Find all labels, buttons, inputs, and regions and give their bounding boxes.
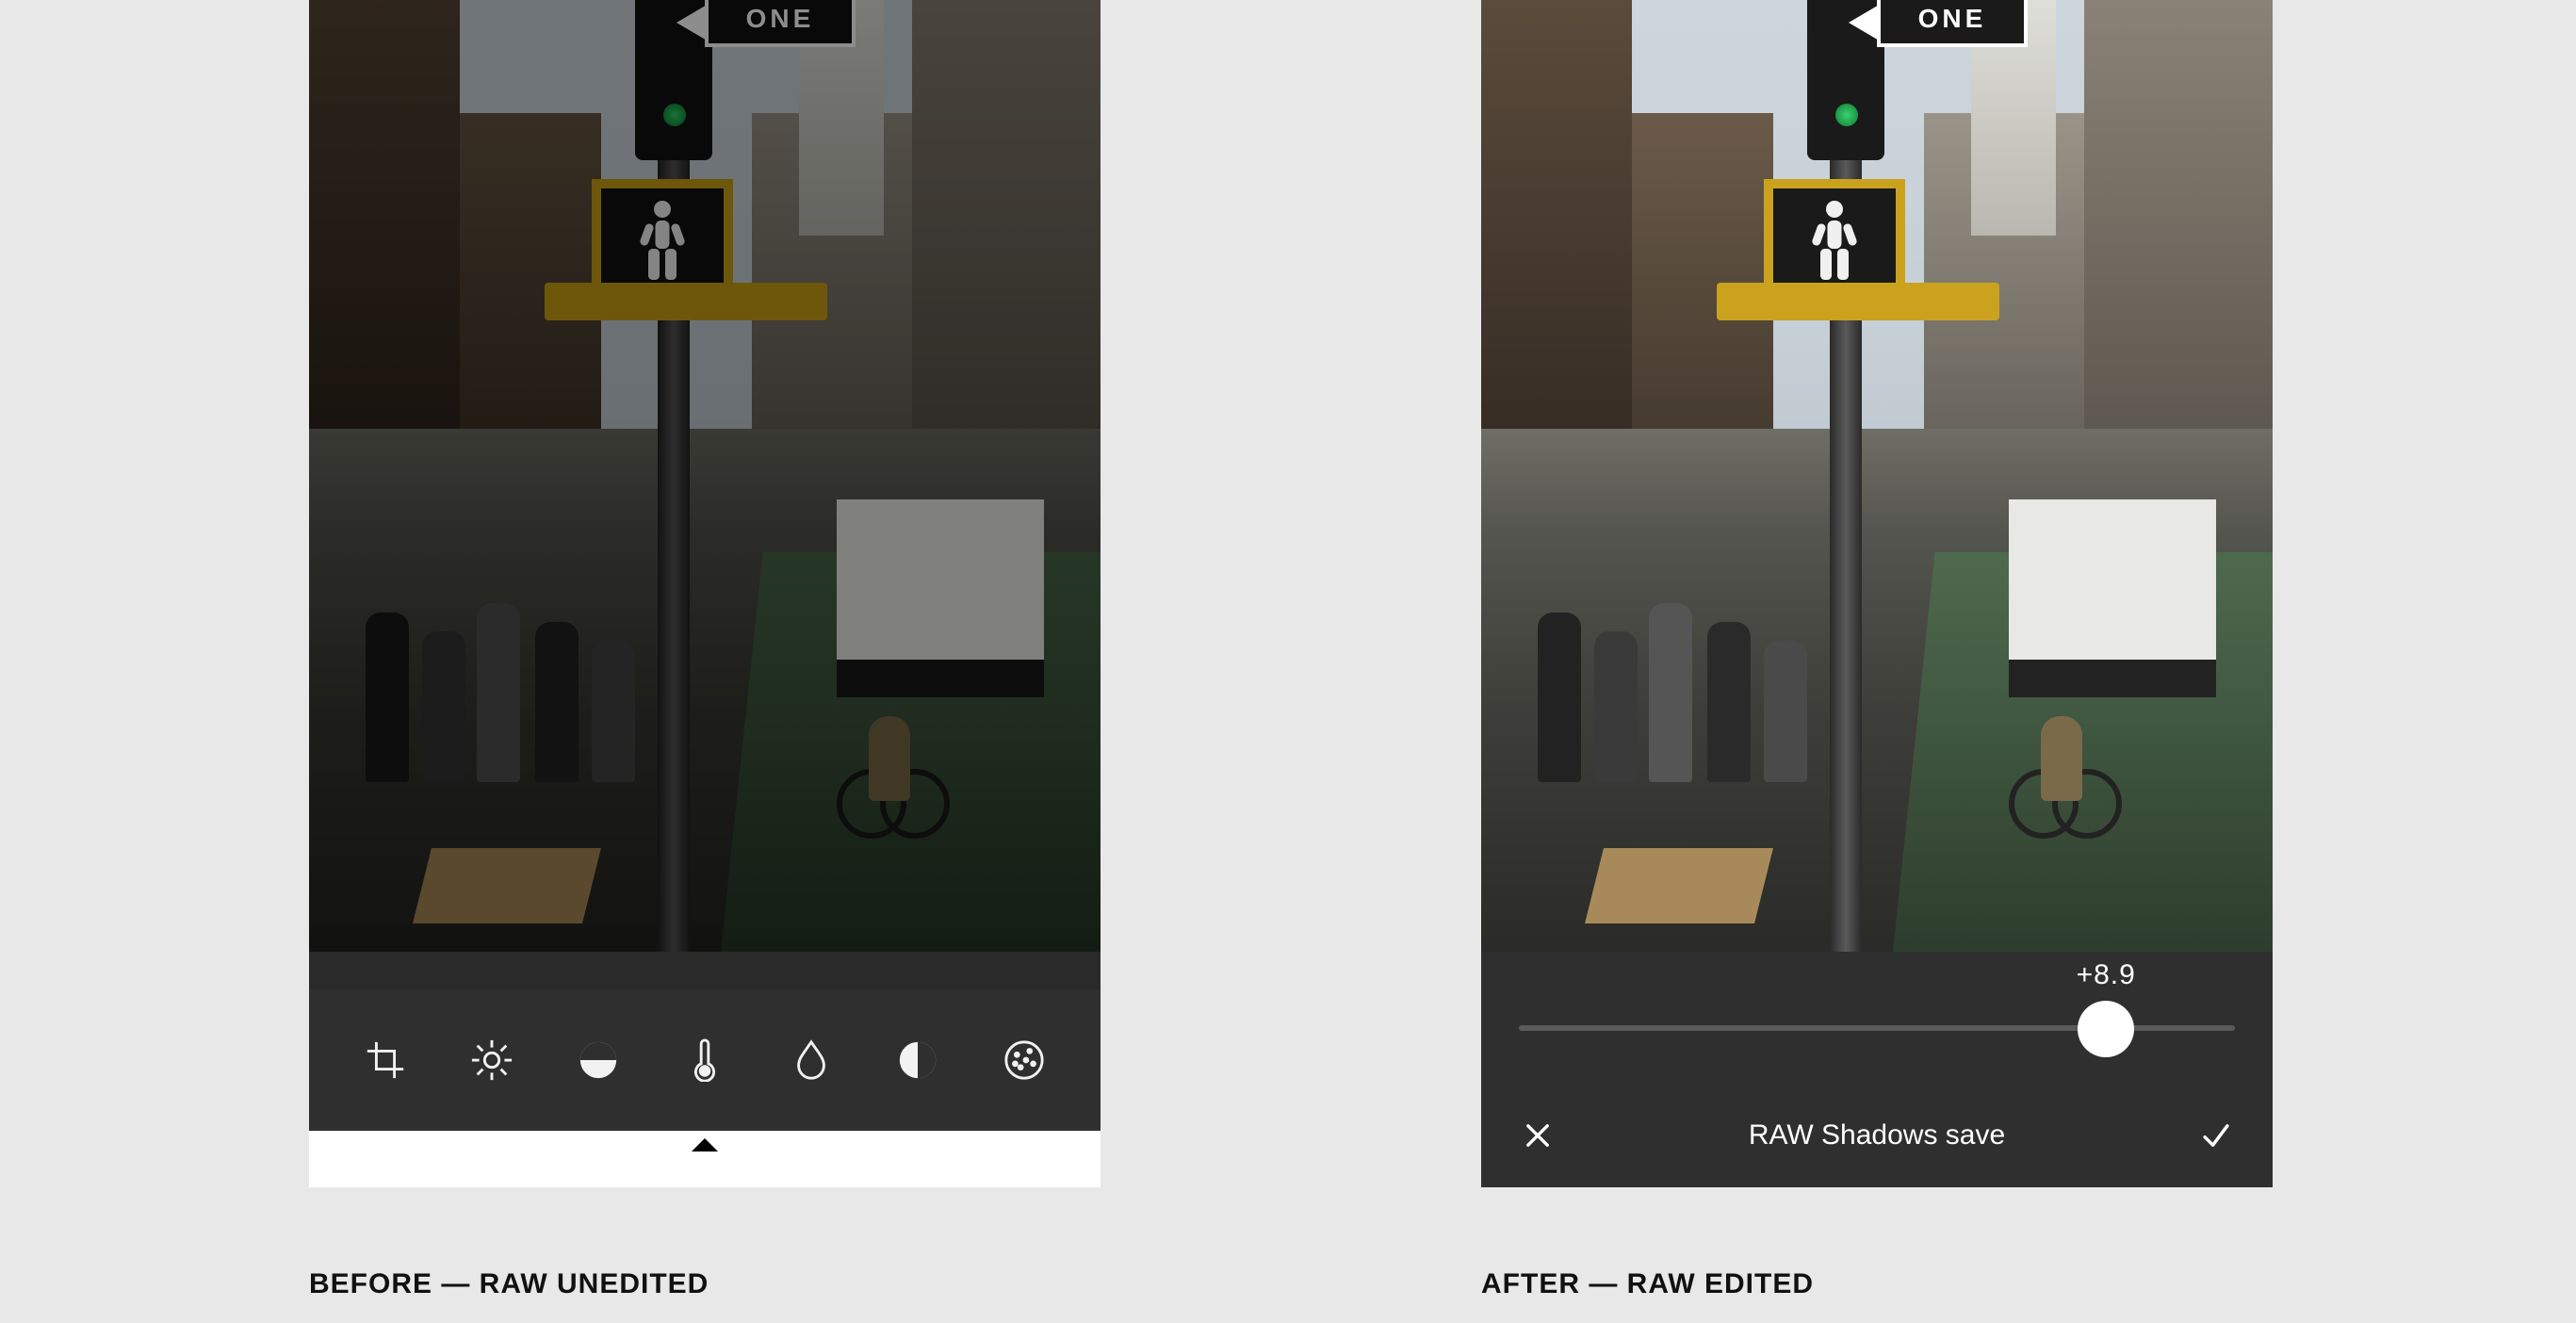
- comparison-stage: ONE: [0, 0, 2576, 1323]
- photo-before: ONE: [309, 0, 1101, 952]
- photo-after: ONE: [1481, 0, 2273, 952]
- slider-value: +8.9: [2077, 959, 2136, 991]
- phone-before: ONE: [309, 0, 1101, 1187]
- grain-icon[interactable]: [997, 1033, 1052, 1087]
- edit-toolbar: [309, 989, 1101, 1131]
- confirm-bar: RAW Shadows save: [1481, 1084, 2273, 1187]
- adjust-title: RAW Shadows save: [1481, 1119, 2273, 1152]
- thermometer-icon[interactable]: [677, 1033, 732, 1087]
- slider-knob[interactable]: [2078, 1001, 2134, 1057]
- phone-after: ONE +8.9 RAW Shadows save: [1481, 0, 2273, 1187]
- tone-split-icon[interactable]: [571, 1033, 626, 1087]
- one-way-sign: ONE: [705, 0, 856, 47]
- adjust-slider[interactable]: +8.9: [1481, 952, 2273, 1084]
- one-way-sign: ONE: [1877, 0, 2028, 47]
- contrast-icon[interactable]: [890, 1033, 945, 1087]
- drop-icon[interactable]: [784, 1033, 839, 1087]
- drawer-handle[interactable]: [309, 1131, 1101, 1187]
- caption-before: BEFORE — RAW UNEDITED: [309, 1268, 709, 1300]
- caption-after: AFTER — RAW EDITED: [1481, 1268, 1814, 1300]
- brightness-icon[interactable]: [465, 1033, 519, 1087]
- crop-icon[interactable]: [358, 1033, 413, 1087]
